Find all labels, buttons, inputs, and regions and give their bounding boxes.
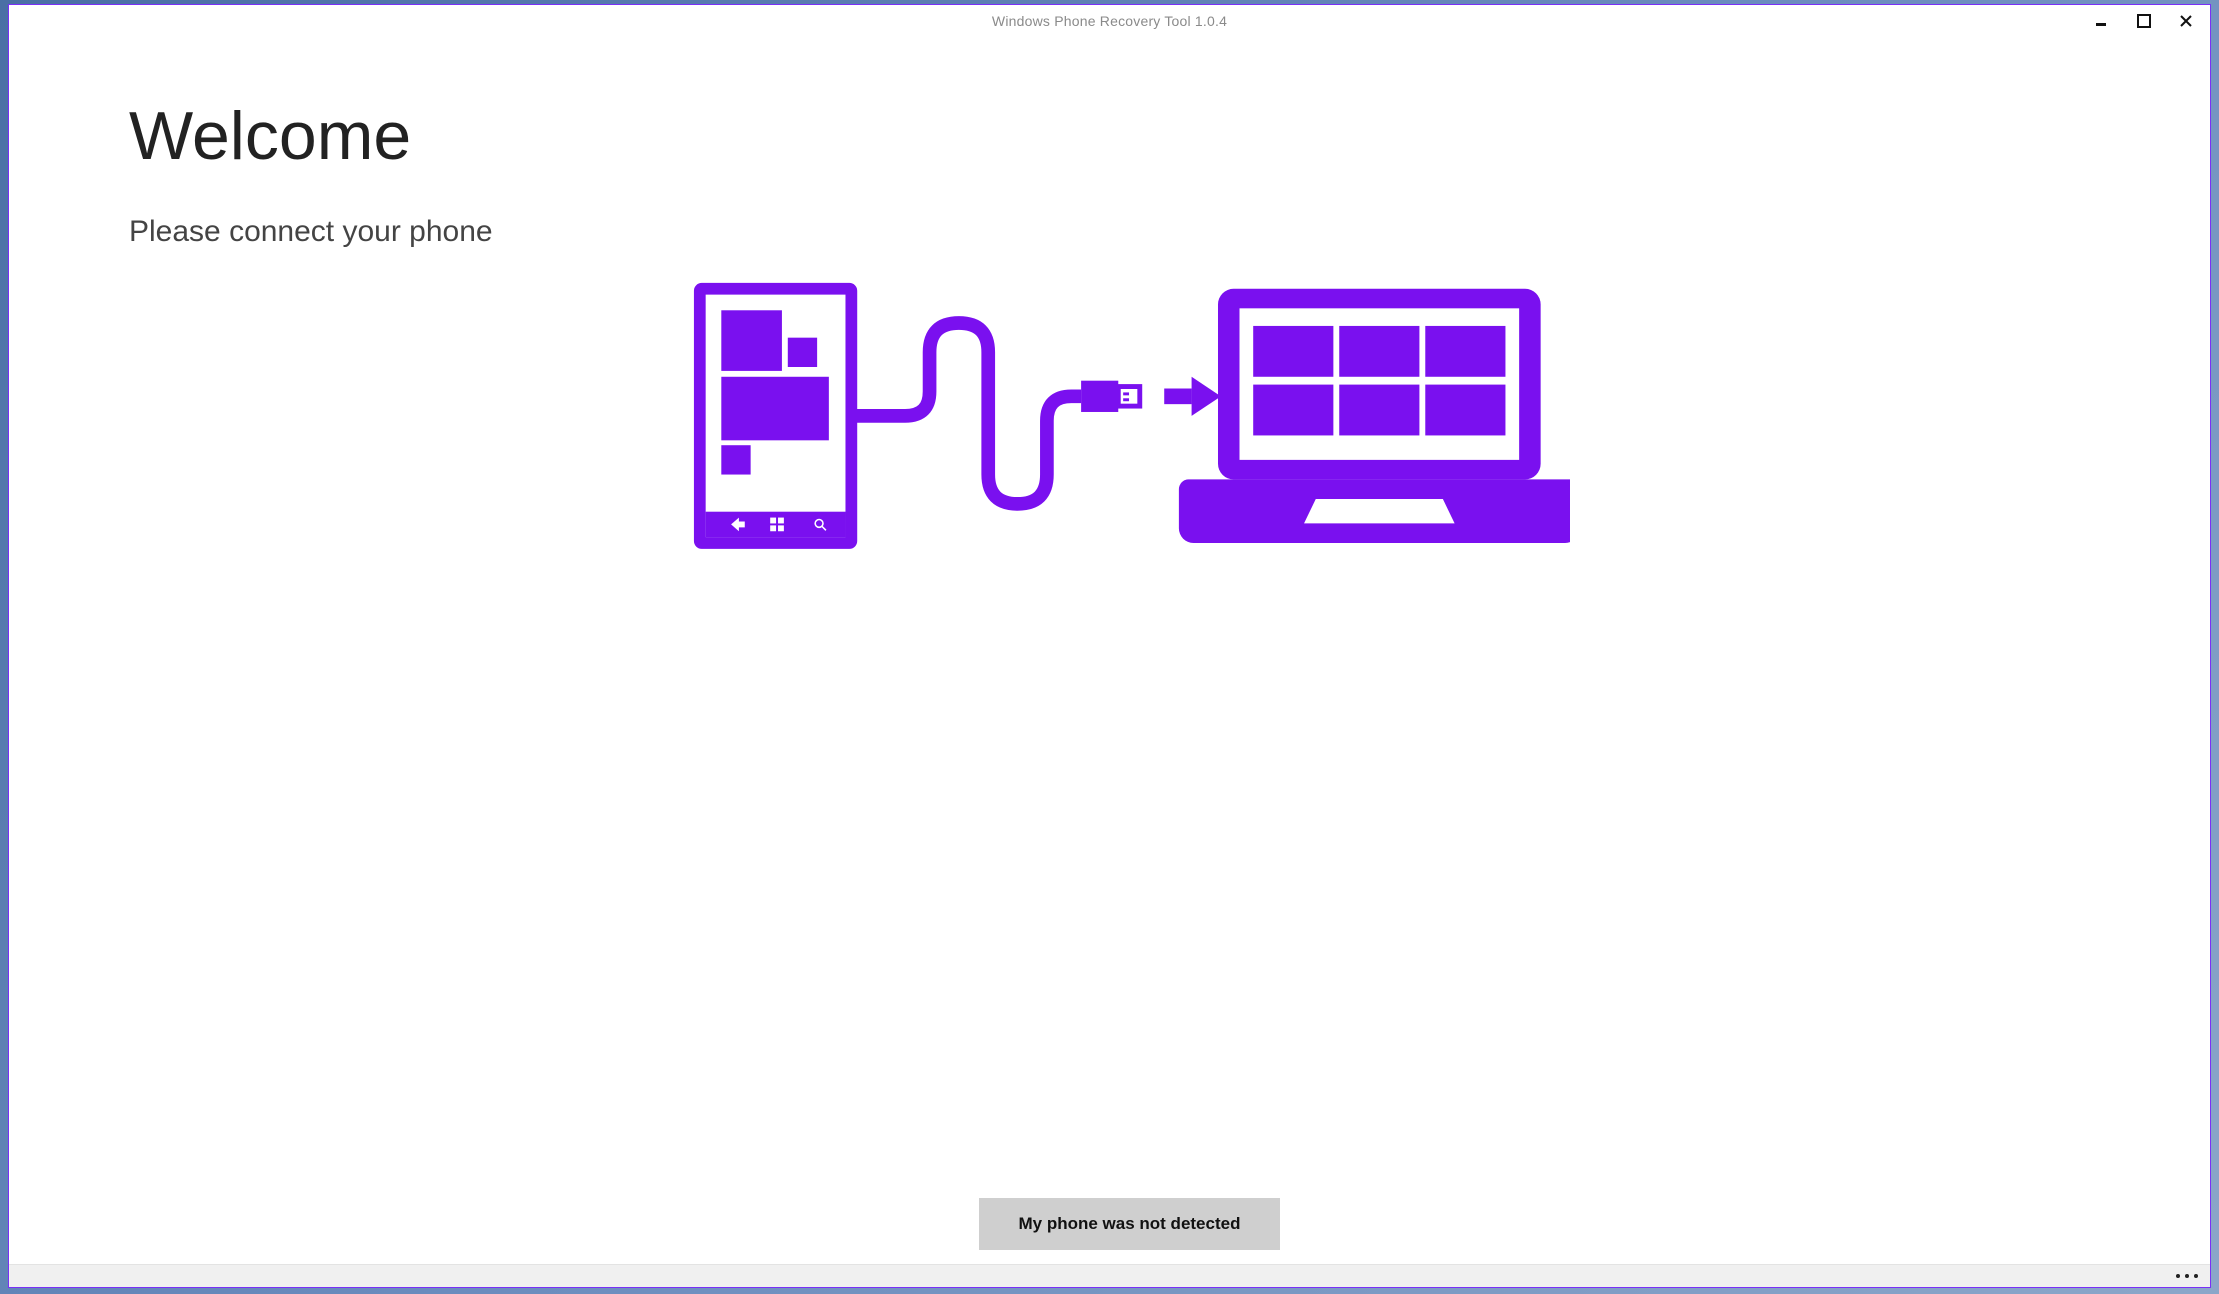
connect-phone-illustration (690, 279, 1570, 553)
page-subtitle: Please connect your phone (129, 215, 2130, 249)
window-controls (2092, 5, 2206, 37)
button-row: My phone was not detected (129, 1190, 2130, 1254)
maximize-button[interactable] (2134, 11, 2154, 31)
content-area: Welcome Please connect your phone (9, 37, 2210, 1264)
more-button[interactable] (2176, 1274, 2198, 1278)
cable-icon (851, 323, 1081, 504)
app-window: Windows Phone Recovery Tool 1.0.4 Welcom… (8, 4, 2211, 1288)
not-detected-button[interactable]: My phone was not detected (979, 1198, 1281, 1250)
page-title: Welcome (129, 97, 2130, 175)
minimize-button[interactable] (2092, 11, 2112, 31)
laptop-icon (1178, 289, 1569, 543)
close-icon (2179, 14, 2193, 28)
phone-icon (699, 289, 851, 543)
illustration-wrap (129, 259, 2130, 1190)
titlebar: Windows Phone Recovery Tool 1.0.4 (9, 5, 2210, 37)
statusbar (9, 1264, 2210, 1287)
close-button[interactable] (2176, 11, 2196, 31)
usb-connector-icon (1081, 381, 1140, 412)
minimize-icon (2095, 14, 2109, 28)
arrow-right-icon (1164, 377, 1221, 416)
window-title: Windows Phone Recovery Tool 1.0.4 (992, 13, 1227, 29)
maximize-icon (2137, 14, 2151, 28)
